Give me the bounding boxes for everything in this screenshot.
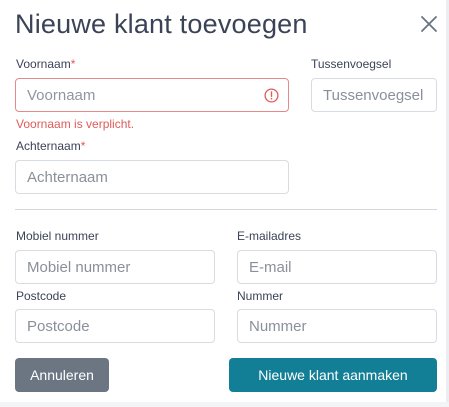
email-field-wrapper bbox=[237, 250, 437, 284]
close-icon[interactable] bbox=[418, 13, 440, 35]
dialog-title: Nieuwe klant toevoegen bbox=[15, 9, 308, 39]
nummer-input[interactable] bbox=[238, 310, 436, 342]
achternaam-field-wrapper bbox=[15, 160, 289, 194]
dialog-bottom-edge bbox=[0, 402, 449, 407]
tussenvoegsel-field-wrapper bbox=[311, 78, 437, 112]
required-marker: * bbox=[70, 57, 76, 71]
email-input[interactable] bbox=[238, 251, 436, 283]
error-icon bbox=[264, 88, 279, 103]
new-customer-dialog: Nieuwe klant toevoegen Voornaam* Voornaa… bbox=[0, 0, 449, 407]
voornaam-field-wrapper bbox=[15, 78, 289, 112]
postcode-input[interactable] bbox=[16, 310, 214, 342]
tussenvoegsel-input[interactable] bbox=[312, 79, 436, 111]
achternaam-input[interactable] bbox=[16, 161, 288, 193]
cancel-button[interactable]: Annuleren bbox=[15, 358, 109, 392]
email-label: E-mailadres bbox=[237, 229, 302, 243]
postcode-label: Postcode bbox=[16, 289, 67, 303]
voornaam-input[interactable] bbox=[16, 79, 288, 111]
tussenvoegsel-label: Tussenvoegsel bbox=[311, 57, 392, 71]
nummer-field-wrapper bbox=[237, 309, 437, 343]
postcode-field-wrapper bbox=[15, 309, 215, 343]
mobiel-field-wrapper bbox=[15, 250, 215, 284]
required-marker: * bbox=[80, 139, 86, 153]
achternaam-label: Achternaam* bbox=[16, 139, 86, 153]
voornaam-error-message: Voornaam is verplicht. bbox=[16, 117, 135, 131]
voornaam-label: Voornaam* bbox=[16, 57, 76, 71]
nummer-label: Nummer bbox=[237, 289, 284, 303]
mobiel-input[interactable] bbox=[16, 251, 214, 283]
create-customer-button[interactable]: Nieuwe klant aanmaken bbox=[229, 358, 437, 392]
section-divider bbox=[15, 209, 437, 210]
mobiel-label: Mobiel nummer bbox=[16, 229, 99, 243]
